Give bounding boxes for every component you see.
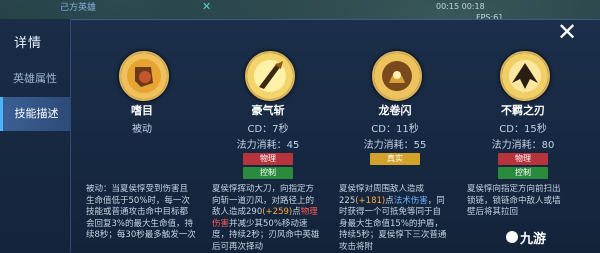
skill-description-3: 夏侯惇向指定方向前扫出锁链，锁链命中敌人或墙壁后将其拉回 — [467, 184, 567, 252]
desc-fragment: 点 — [292, 207, 301, 217]
tag-control: 控制 — [243, 167, 293, 179]
skill-name: 龙卷闪 — [378, 104, 412, 117]
skill-cooldown: CD：11秒 — [371, 124, 419, 135]
desc-fragment: 并减少其50%移动速度，持续2秒；刃风命中英雄后可再次择动 — [212, 218, 320, 252]
desc-fragment: 夏侯惇向指定方向前扫出锁链，锁链命中敌人或墙壁后将其拉回 — [467, 184, 561, 217]
watermark: 九游 — [520, 232, 547, 247]
skill-mana-cost: 法力消耗：80 — [491, 140, 555, 151]
desc-fragment: (+181) — [355, 195, 386, 206]
skill-description-passive: 被动：当夏侯惇受到伤害且生命值低于50%时，每一次技能或普通攻击命中目标都会回复… — [86, 184, 196, 252]
desc-fragment: (+259) — [262, 207, 293, 217]
skill-description-2: 夏侯惇对周围敌人造成225(+181)点法术伤害，同时获得一个可抵免等同于自身最… — [339, 184, 449, 252]
skill-passive-icon[interactable] — [119, 51, 169, 101]
tag-physical: 物理 — [243, 153, 293, 165]
tab-hero-attributes[interactable]: 英雄属性 — [0, 62, 70, 96]
skill-mana-cost: 法力消耗：45 — [236, 140, 300, 151]
desc-fragment: 法术伤害 — [393, 195, 428, 206]
desc-fragment: 被动：当夏侯惇受到伤害且生命值低于50%时，每一次技能或普通攻击命中目标都会回复… — [86, 184, 196, 240]
skill-1-icon[interactable] — [245, 51, 295, 101]
sidebar — [0, 19, 71, 252]
skill-2-icon[interactable] — [372, 51, 422, 101]
tag-physical: 物理 — [498, 153, 548, 165]
skill-name: 不羁之刃 — [501, 104, 545, 117]
skill-cooldown: CD：7秒 — [247, 124, 289, 135]
skill-3-icon[interactable] — [500, 51, 550, 101]
watermark-logo-icon — [506, 231, 518, 243]
tag-true-damage: 真实 — [370, 153, 420, 165]
skill-mana-cost: 法力消耗：55 — [363, 140, 427, 151]
desc-fragment: 点 — [385, 195, 394, 206]
skill-description-1: 夏侯惇挥动大刀，向指定方向斩一道刃风，对路径上的敌人造成290(+259)点物理… — [212, 184, 322, 252]
tab-skill-description[interactable]: 技能描述 — [0, 97, 70, 131]
tag-control: 控制 — [498, 167, 548, 179]
skill-name: 豪气斩 — [251, 104, 285, 117]
skill-cooldown: CD：15秒 — [499, 124, 547, 135]
skill-name: 嗜目 — [131, 104, 153, 117]
skill-type: 被动 — [132, 124, 152, 135]
dialog-title: 详情 — [14, 36, 43, 51]
